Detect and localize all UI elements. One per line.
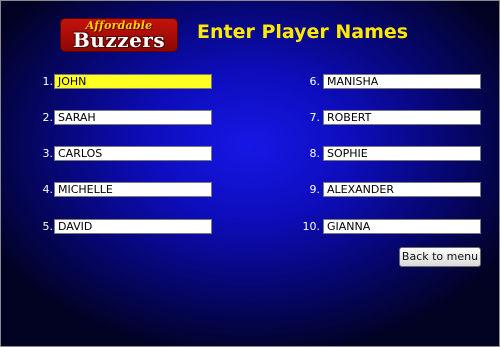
- player-number: 8.: [309, 147, 321, 160]
- player-name-input-6[interactable]: MANISHA: [323, 74, 481, 89]
- player-number: 4.: [42, 183, 54, 196]
- player-name-input-7[interactable]: ROBERT: [323, 110, 481, 125]
- player-name-input-1[interactable]: JOHN: [54, 74, 212, 89]
- player-name-input-8[interactable]: SOPHIE: [323, 146, 481, 161]
- player-number: 3.: [42, 147, 54, 160]
- player-number: 2.: [42, 111, 54, 124]
- player-number: 1.: [42, 75, 54, 88]
- logo-line-bottom: Buzzers: [72, 28, 166, 52]
- screen: Affordable Buzzers Enter Player Names 1.…: [0, 0, 500, 347]
- player-number: 6.: [309, 75, 321, 88]
- page-title: Enter Player Names: [197, 21, 409, 43]
- player-name-input-3[interactable]: CARLOS: [54, 146, 212, 161]
- player-number: 5.: [42, 220, 54, 233]
- player-name-input-4[interactable]: MICHELLE: [54, 182, 212, 197]
- back-to-menu-button[interactable]: Back to menu: [399, 247, 481, 267]
- player-name-input-5[interactable]: DAVID: [54, 219, 212, 234]
- player-number: 9.: [309, 183, 321, 196]
- player-number: 7.: [309, 111, 321, 124]
- player-name-input-10[interactable]: GIANNA: [323, 219, 481, 234]
- player-name-input-2[interactable]: SARAH: [54, 110, 212, 125]
- player-name-input-9[interactable]: ALEXANDER: [323, 182, 481, 197]
- player-number: 10.: [302, 220, 321, 233]
- affordable-buzzers-logo: Affordable Buzzers: [61, 19, 177, 52]
